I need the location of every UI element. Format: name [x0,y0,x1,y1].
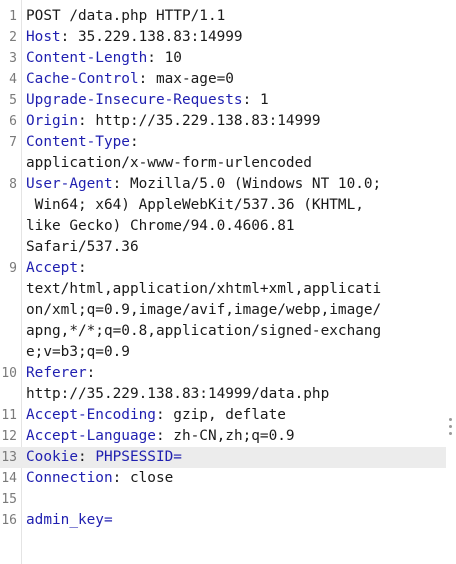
header-name: Host [26,29,61,45]
line-number: 10 [1,366,17,381]
request-lines: 1 POST /data.php HTTP/1.1 2 Host: 35.229… [0,6,446,531]
code-line-8: 8 User-Agent: Mozilla/5.0 (Windows NT 10… [0,174,446,258]
code-line-12: 12 Accept-Language: zh-CN,zh;q=0.9 [0,426,446,447]
header-name: User-Agent [26,176,113,192]
header-name: Content-Length [26,50,148,66]
header-name: Cache-Control [26,71,139,87]
header-value: zh-CN,zh;q=0.9 [173,428,295,444]
line-number: 12 [1,429,17,444]
cookie-value: PHPSESSID= [95,449,182,465]
header-value-wrap: e;v=b3;q=0.9 [26,344,130,360]
code-line-4: 4 Cache-Control: max-age=0 [0,69,446,90]
header-value: 1 [259,92,269,108]
header-value-wrap: Safari/537.36 [26,239,139,255]
code-line-3: 3 Content-Length: 10 [0,48,446,69]
header-value: Mozilla/5.0 (Windows NT 10.0; [129,176,382,192]
line-number: 15 [1,492,17,507]
code-line-11: 11 Accept-Encoding: gzip, deflate [0,405,446,426]
line-number: 1 [9,9,17,24]
line-number: 11 [1,408,17,423]
header-value-wrap: http://35.229.138.83:14999/data.php [26,386,330,402]
header-name: Upgrade-Insecure-Requests [26,92,243,108]
line-number: 13 [1,450,17,465]
header-value: application/x-www-form-urlencoded [26,155,312,171]
header-value-wrap: Win64; x64) AppleWebKit/537.36 (KHTML, [26,197,364,213]
header-value-wrap: like Gecko) Chrome/94.0.4606.81 [26,218,295,234]
line-number: 14 [1,471,17,486]
line-number: 4 [9,72,17,87]
header-value-wrap: apng,*/*;q=0.8,application/signed-exchan… [26,323,382,339]
header-name: Referer [26,365,87,381]
request-body: admin_key= [26,512,113,528]
header-name: Origin [26,113,78,129]
code-line-2: 2 Host: 35.229.138.83:14999 [0,27,446,48]
code-line-5: 5 Upgrade-Insecure-Requests: 1 [0,90,446,111]
header-name: Accept [26,260,78,276]
code-line-1: 1 POST /data.php HTTP/1.1 [0,6,446,27]
header-value: max-age=0 [155,71,234,87]
code-line-15: 15 [0,489,446,510]
code-line-13-highlighted: 13 Cookie: PHPSESSID= [0,447,446,468]
code-line-6: 6 Origin: http://35.229.138.83:14999 [0,111,446,132]
header-value: gzip, deflate [173,407,286,423]
header-value-wrap: on/xml;q=0.9,image/avif,image/webp,image… [26,302,382,318]
header-name: Connection [26,470,113,486]
header-name: Content-Type [26,134,130,150]
more-options-icon[interactable] [446,418,454,439]
line-number: 16 [1,513,17,528]
header-value-wrap: text/html,application/xhtml+xml,applicat… [26,281,382,297]
line-number: 7 [9,135,17,150]
header-value: 35.229.138.83:14999 [77,29,243,45]
request-line: POST /data.php HTTP/1.1 [26,8,226,24]
line-number: 9 [9,261,17,276]
header-name: Accept-Encoding [26,407,156,423]
code-line-10: 10 Referer: http://35.229.138.83:14999/d… [1,365,330,402]
code-line-9: 9 Accept: text/html,application/xhtml+xm… [0,258,446,363]
header-name: Cookie [26,449,78,465]
header-value: close [129,470,174,486]
code-line-16: 16 admin_key= [0,510,446,531]
header-name: Accept-Language [26,428,156,444]
http-request-editor[interactable]: 1 POST /data.php HTTP/1.1 2 Host: 35.229… [0,0,456,564]
header-value: http://35.229.138.83:14999 [95,113,321,129]
line-number: 3 [9,51,17,66]
line-number: 8 [9,177,17,192]
header-value: 10 [164,50,182,66]
code-line-14: 14 Connection: close [0,468,446,489]
code-line-7: 7 Content-Type: application/x-www-form-u… [0,132,446,174]
line-number: 6 [9,114,17,129]
line-number: 5 [9,93,17,108]
line-number: 2 [9,30,17,45]
